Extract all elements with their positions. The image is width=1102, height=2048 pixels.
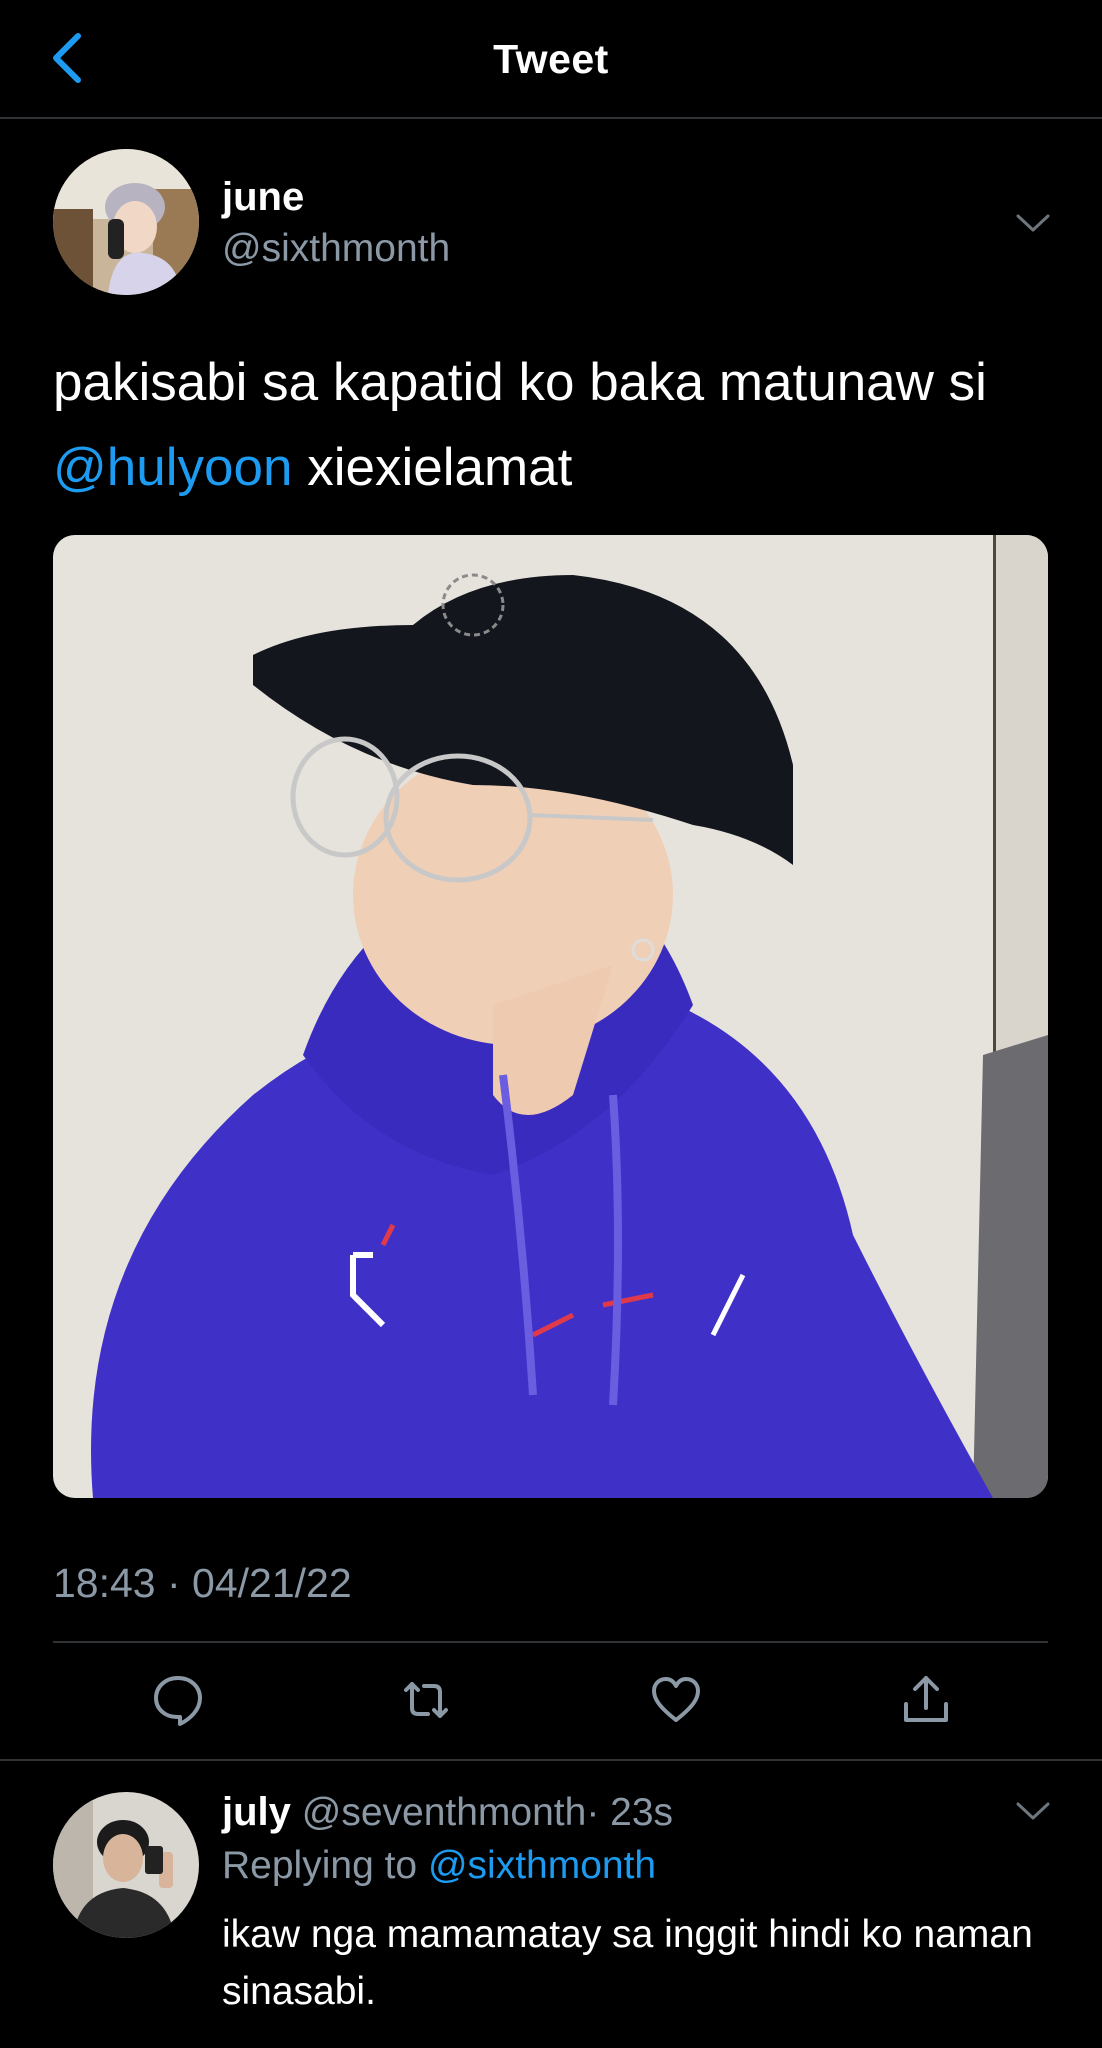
share-icon[interactable]: [898, 1672, 954, 1728]
reply-header: july @seventhmonth· 23s: [222, 1790, 673, 1835]
author-handle[interactable]: @sixthmonth: [222, 227, 450, 271]
top-bar: Tweet: [0, 0, 1102, 119]
replying-to-prefix: Replying to: [222, 1844, 428, 1887]
mention-link[interactable]: @hulyoon: [53, 438, 292, 497]
reply-author-avatar[interactable]: [53, 1792, 199, 1938]
page-title: Tweet: [493, 36, 609, 82]
tweet-media-photo[interactable]: [53, 535, 1048, 1498]
tweet-text: pakisabi sa kapatid ko baka matunaw si @…: [53, 340, 1053, 510]
reply-time[interactable]: · 23s: [586, 1791, 673, 1834]
divider: [53, 1641, 1048, 1643]
reply-text: ikaw nga mamamatay sa inggit hindi ko na…: [222, 1913, 1033, 2013]
author-name[interactable]: june: [222, 175, 304, 220]
author-avatar[interactable]: [53, 149, 199, 295]
reply-options-chevron-icon[interactable]: [1016, 1801, 1050, 1821]
reply-icon[interactable]: [150, 1672, 206, 1728]
reply-author-handle[interactable]: @seventhmonth: [302, 1791, 587, 1834]
replying-to-handle[interactable]: @sixthmonth: [428, 1844, 656, 1887]
tweet-text-after: xiexielamat: [292, 438, 573, 497]
retweet-icon[interactable]: [398, 1672, 454, 1728]
tweet-text-before: pakisabi sa kapatid ko baka matunaw si: [53, 353, 987, 412]
replying-to: Replying to @sixthmonth: [222, 1844, 656, 1888]
tweet-options-chevron-icon[interactable]: [1016, 213, 1050, 233]
tweet-timestamp[interactable]: 18:43 · 04/21/22: [53, 1560, 352, 1607]
like-icon[interactable]: [648, 1672, 704, 1728]
divider: [0, 1759, 1102, 1761]
reply-author-name[interactable]: july: [222, 1790, 291, 1834]
